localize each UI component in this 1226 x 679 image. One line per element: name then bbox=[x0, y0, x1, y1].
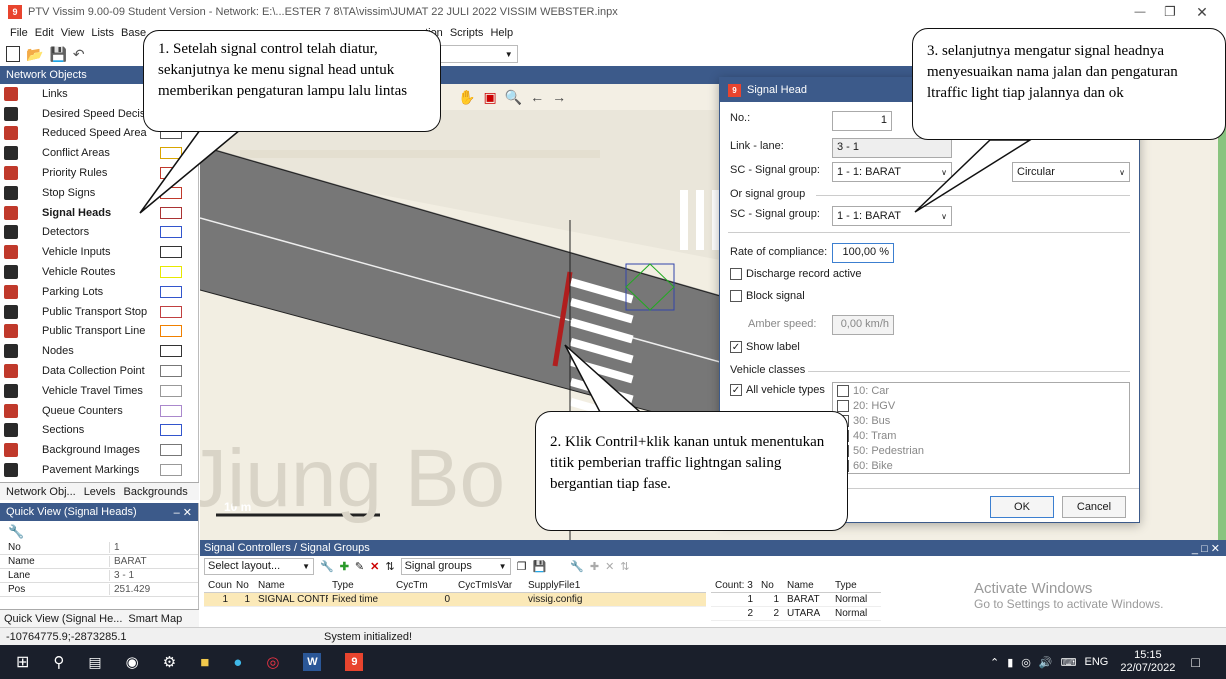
callout-two: 2. Klik Contril+klik kanan untuk menentu… bbox=[535, 411, 848, 531]
callout-one: 1. Setelah signal control telah diatur, … bbox=[143, 30, 441, 132]
callout-three-pointer bbox=[914, 139, 1033, 213]
callout-two-pointer bbox=[564, 344, 642, 413]
callout-one-pointer bbox=[139, 129, 243, 214]
callout-three: 3. selanjutnya mengatur signal headnya m… bbox=[912, 28, 1226, 140]
